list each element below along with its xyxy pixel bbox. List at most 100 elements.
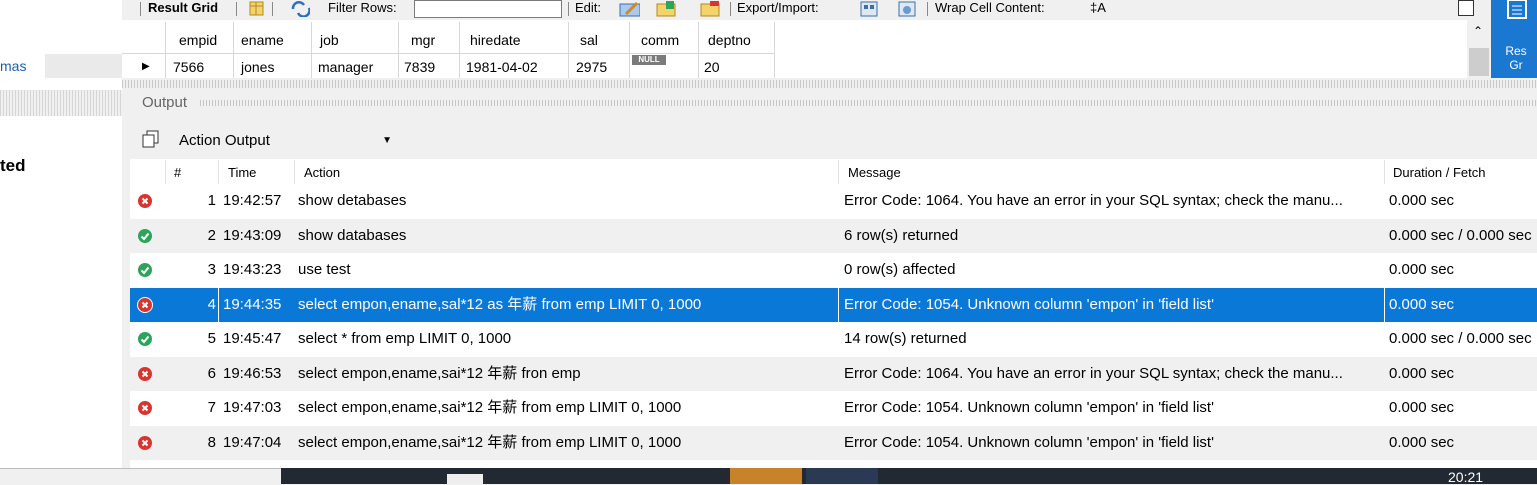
panel-splitter[interactable] [122,80,1537,88]
taskbar-app-icon[interactable] [447,474,483,484]
log-column-header[interactable]: Duration / Fetch [1393,163,1486,183]
log-column-header[interactable]: # [174,163,181,183]
grid-column-header[interactable]: sal [580,27,598,53]
error-status-icon [138,436,152,450]
edit-cell-icon[interactable] [618,0,640,17]
log-action: select * from emp LIMIT 0, 1000 [298,330,512,347]
log-duration: 0.000 sec [1389,192,1455,209]
log-action: select empon,ename,sai*12 年薪 from emp LI… [298,434,682,451]
log-message: 6 row(s) returned [844,227,959,244]
grid-cell[interactable]: 2975 [576,55,607,77]
log-message: 14 row(s) returned [844,330,967,347]
grid-column-header[interactable]: comm [641,27,679,53]
grid-column-header[interactable]: empid [179,27,217,53]
grid-column-header[interactable]: deptno [708,27,751,53]
toolbar-separator [730,2,731,16]
output-panel-title: Output [142,94,188,111]
filter-rows-label: Filter Rows: [328,0,397,15]
wrap-cell-content-label: Wrap Cell Content: [935,0,1045,15]
copy-icon[interactable] [142,130,160,148]
toolbar-separator [927,2,928,16]
log-duration: 0.000 sec / 0.000 sec [1389,227,1532,244]
grid-column-header[interactable]: hiredate [470,27,521,53]
result-grid-panel-icon [1507,0,1527,19]
grid-cell[interactable]: 1981-04-02 [466,55,538,77]
wrap-cell-toggle-icon[interactable]: ‡A [1090,0,1106,18]
taskbar-active-app[interactable] [730,468,802,484]
grid-column-header[interactable]: mgr [411,27,435,53]
error-status-icon [138,367,152,381]
log-message: 0 row(s) affected [844,261,956,278]
log-time: 19:43:09 [223,227,282,244]
output-title-grip [200,100,1537,106]
taskbar-search-box[interactable] [0,468,281,484]
output-type-select[interactable]: Action Output ▼ [172,128,402,154]
log-message: Error Code: 1064. You have an error in y… [844,192,1343,209]
edit-label: Edit: [575,0,602,15]
selection-divider [218,288,219,322]
grid-cell[interactable]: manager [318,55,373,77]
grid-view-icon[interactable] [246,0,268,17]
log-number: 6 [207,365,216,382]
side-button-label: Res Gr [1505,44,1527,72]
grid-cell[interactable]: 7566 [173,55,204,77]
log-time: 19:47:04 [223,434,282,451]
sidebar-section-label: ted [0,156,26,175]
log-duration: 0.000 sec [1389,261,1455,278]
log-column-header[interactable]: Message [848,163,901,183]
log-message: Error Code: 1054. Unknown column 'empon'… [844,296,1214,313]
log-time: 19:45:47 [223,330,282,347]
taskbar-app-icon[interactable] [806,468,878,484]
log-action: show detabases [298,192,407,209]
filter-rows-input[interactable] [414,0,562,18]
log-action: select empon,ename,sal*12 as 年薪 from emp… [298,296,702,313]
log-row[interactable]: 6 19:46:53 select empon,ename,sai*12 年薪 fr… [130,357,1537,391]
log-column-header[interactable]: Time [228,163,256,183]
toggle-panel-icon[interactable] [1458,0,1474,16]
toolbar-separator [236,2,237,16]
result-grid-toolbar: Result Grid Filter Rows: Edit: Export/Im… [122,0,1537,20]
log-message: Error Code: 1054. Unknown column 'empon'… [844,434,1214,451]
success-status-icon [138,229,152,243]
log-message: Error Code: 1064. You have an error in y… [844,365,1343,382]
log-column-header[interactable]: Action [304,163,340,183]
log-row[interactable]: 8 19:47:04 select empon,ename,sai*12 年薪 fr… [130,426,1537,460]
delete-row-icon[interactable] [698,0,720,17]
log-row[interactable]: 2 19:43:09 show databases 6 row(s) returned… [130,219,1537,253]
insert-row-icon[interactable] [654,0,676,17]
log-number: 7 [207,399,216,416]
log-time: 19:47:03 [223,399,282,416]
scrollbar-thumb[interactable] [1469,48,1489,76]
grid-cell[interactable]: jones [241,55,274,77]
scroll-up-icon[interactable]: ⌃ [1473,24,1483,38]
export-icon[interactable] [858,0,880,17]
grid-cell[interactable]: 7839 [404,55,435,77]
log-time: 19:42:57 [223,192,282,209]
log-row[interactable]: 7 19:47:03 select empon,ename,sai*12 年薪 fr… [130,391,1537,425]
sidebar-tab-strip [45,54,122,78]
refresh-icon[interactable] [288,0,310,17]
log-row[interactable]: 1 19:42:57 show detabases Error Code: 1064.… [130,184,1537,218]
grid-column-header[interactable]: job [320,27,339,53]
grid-cell[interactable]: 20 [704,55,720,77]
sidebar-splitter[interactable] [0,90,122,116]
success-status-icon [138,332,152,346]
log-row[interactable]: 4 19:44:35 select empon,ename,sal*12 as 年薪… [130,288,1537,322]
error-status-icon [138,298,152,312]
result-grid-label: Result Grid [148,0,219,15]
log-row[interactable]: 3 19:43:23 use test 0 row(s) affected 0.000 … [130,253,1537,287]
null-badge[interactable]: NULL [632,55,666,65]
selection-divider [1384,288,1385,322]
log-number: 3 [207,261,216,278]
schemas-tab[interactable]: mas [0,54,45,78]
log-action: show databases [298,227,407,244]
error-status-icon [138,401,152,415]
toolbar-separator [272,2,273,16]
log-number: 4 [207,296,216,313]
grid-column-header[interactable]: ename [241,27,284,53]
toolbar-separator [568,2,569,16]
log-row[interactable]: 5 19:45:47 select * from emp LIMIT 0, 1000… [130,322,1537,356]
log-time: 19:43:23 [223,261,282,278]
import-icon[interactable] [896,0,918,17]
selection-divider [838,288,839,322]
